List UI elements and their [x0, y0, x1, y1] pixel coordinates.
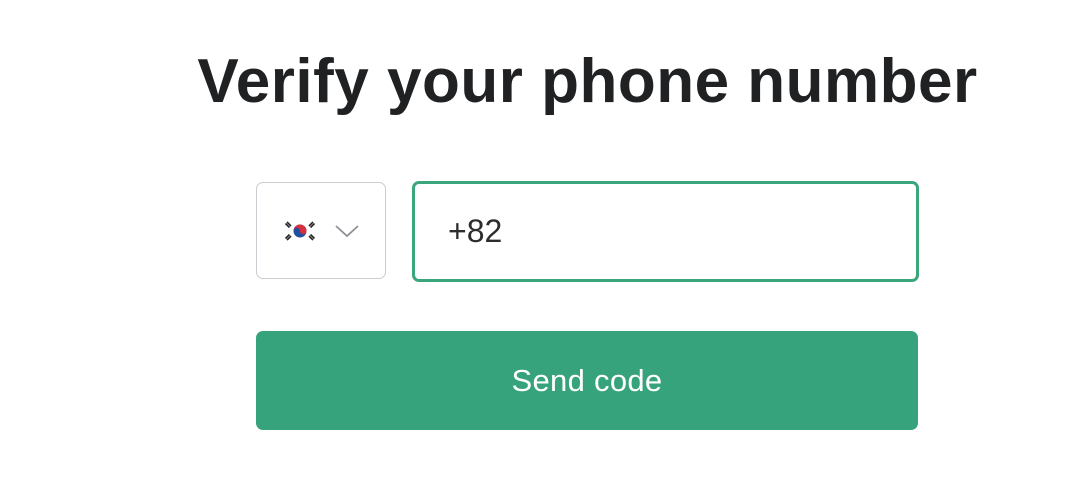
phone-number-input[interactable] [412, 181, 919, 282]
verify-phone-page: Verify your phone number Send code [0, 0, 1080, 495]
send-code-button[interactable]: Send code [256, 331, 918, 430]
page-title: Verify your phone number [197, 47, 978, 116]
chevron-down-icon [335, 224, 359, 237]
south-korea-flag-icon [282, 216, 318, 245]
country-code-select[interactable] [256, 182, 386, 279]
